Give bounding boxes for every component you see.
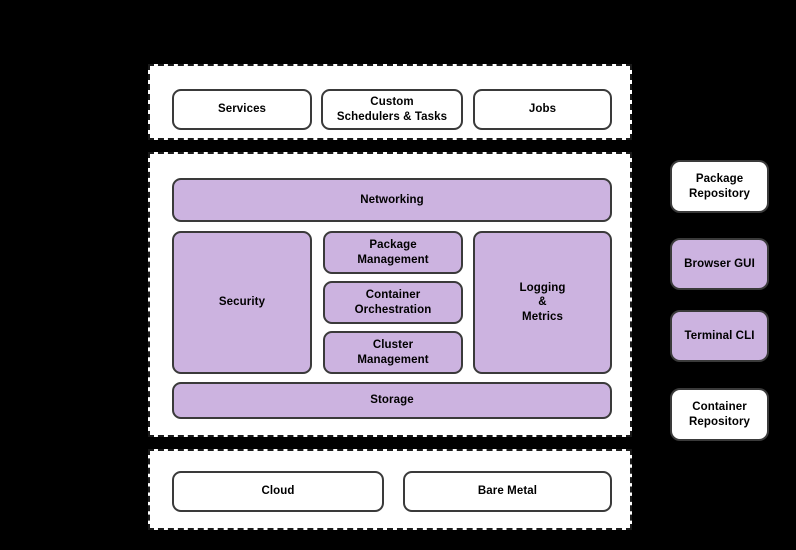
node-package-management-label-line2: Management xyxy=(357,253,429,266)
node-container-repository-label-line1: Container xyxy=(692,401,747,414)
node-container-orchestration[interactable]: Container Orchestration xyxy=(323,281,463,324)
node-package-management-label-line1: Package xyxy=(369,239,417,252)
node-storage[interactable]: Storage xyxy=(172,382,612,419)
node-networking[interactable]: Networking xyxy=(172,178,612,222)
node-services-label: Services xyxy=(217,103,267,116)
infrastructure-panel: Cloud Bare Metal xyxy=(148,449,632,530)
node-cloud-label: Cloud xyxy=(261,485,295,498)
workloads-panel: Services Custom Schedulers & Tasks Jobs xyxy=(148,64,632,140)
node-cluster-management-label-line2: Management xyxy=(357,353,429,366)
node-browser-gui-label: Browser GUI xyxy=(684,257,755,270)
node-custom-schedulers-tasks-label-line1: Custom xyxy=(370,96,414,109)
node-logging-and-metrics-label-line1: Logging xyxy=(519,281,566,294)
node-bare-metal-label: Bare Metal xyxy=(477,485,538,498)
node-package-repository[interactable]: Package Repository xyxy=(670,160,769,213)
node-storage-label: Storage xyxy=(370,394,414,407)
node-cloud[interactable]: Cloud xyxy=(172,471,384,512)
node-container-repository[interactable]: Container Repository xyxy=(670,388,769,441)
node-browser-gui[interactable]: Browser GUI xyxy=(670,238,769,290)
node-bare-metal[interactable]: Bare Metal xyxy=(403,471,612,512)
node-cluster-management-label-line1: Cluster xyxy=(372,339,414,352)
node-package-repository-label-line2: Repository xyxy=(688,187,751,200)
node-custom-schedulers-tasks[interactable]: Custom Schedulers & Tasks xyxy=(321,89,463,130)
node-logging-and-metrics[interactable]: Logging & Metrics xyxy=(473,231,612,374)
node-networking-label: Networking xyxy=(360,193,424,206)
node-package-management[interactable]: Package Management xyxy=(323,231,463,274)
node-container-repository-label-line2: Repository xyxy=(688,415,751,428)
node-terminal-cli[interactable]: Terminal CLI xyxy=(670,310,769,362)
node-package-repository-label-line1: Package xyxy=(695,173,744,186)
node-jobs[interactable]: Jobs xyxy=(473,89,612,130)
platform-panel: Networking Security Package Management C… xyxy=(148,152,632,437)
node-container-orchestration-label-line1: Container xyxy=(365,289,421,302)
node-services[interactable]: Services xyxy=(172,89,312,130)
node-security[interactable]: Security xyxy=(172,231,312,374)
node-container-orchestration-label-line2: Orchestration xyxy=(354,303,432,316)
diagram-canvas: { "diagram": { "title": "Container Platf… xyxy=(0,0,796,550)
node-custom-schedulers-tasks-label-line2: Schedulers & Tasks xyxy=(336,110,448,123)
node-logging-and-metrics-label-line3: Metrics xyxy=(522,310,563,323)
node-logging-and-metrics-label-line2: & xyxy=(538,296,547,309)
node-terminal-cli-label: Terminal CLI xyxy=(684,329,755,342)
node-security-label: Security xyxy=(218,296,266,309)
node-jobs-label: Jobs xyxy=(528,103,557,116)
node-cluster-management[interactable]: Cluster Management xyxy=(323,331,463,374)
